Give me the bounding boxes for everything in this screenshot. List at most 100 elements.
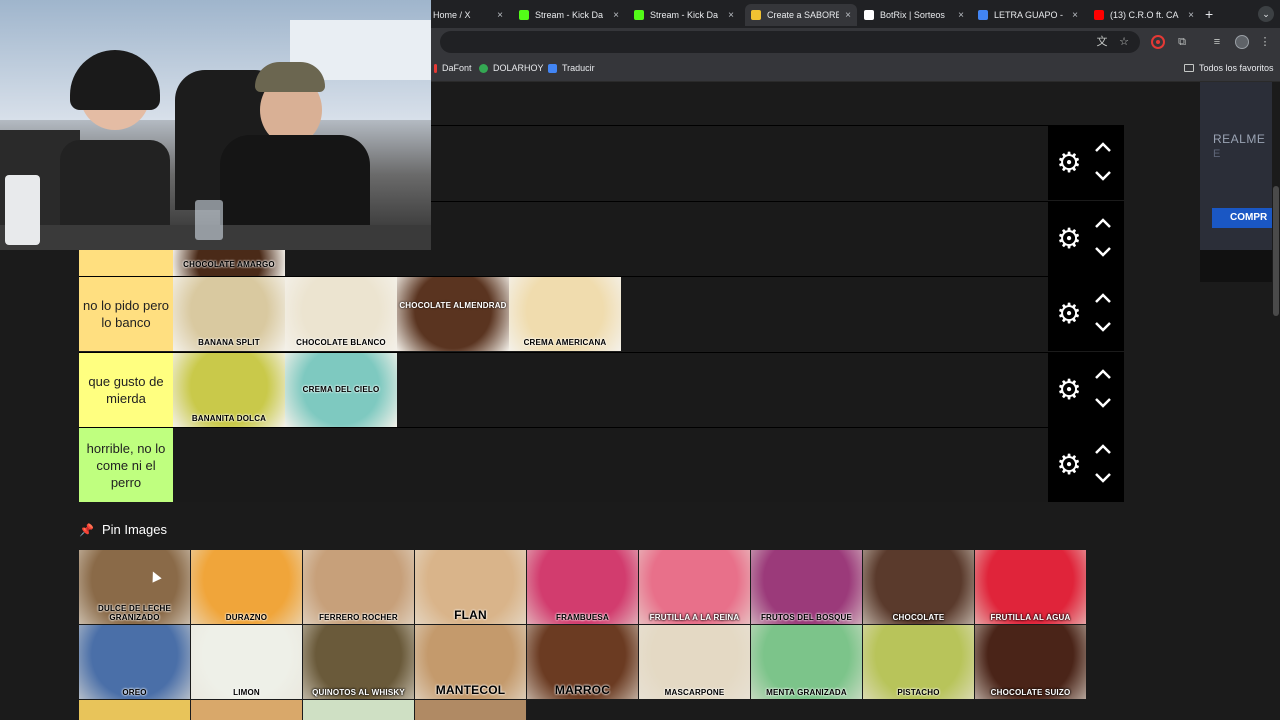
gear-icon[interactable]: ⚙ — [1054, 299, 1084, 329]
record-icon[interactable] — [1151, 35, 1165, 49]
dafont-icon — [434, 63, 437, 73]
pin-image-label: FRAMBUESA — [556, 613, 609, 622]
tab-title: (13) C.R.O ft. CA — [1110, 10, 1179, 20]
pin-image-card[interactable]: MANTECOL — [415, 625, 526, 699]
page-scrollbar[interactable] — [1272, 82, 1280, 720]
pin-image-card[interactable]: FRAMBUESA — [527, 550, 638, 624]
browser-tab[interactable]: Stream - Kick Da × — [513, 4, 625, 26]
pin-image-label: OREO — [122, 688, 147, 697]
ice-cream-card[interactable]: BANANITA DOLCA — [173, 352, 285, 427]
tab-title: BotRix | Sorteos — [880, 10, 945, 20]
bookmark-traducir[interactable]: Traducir — [548, 63, 595, 73]
tier-items-dropzone[interactable]: BANANITA DOLCA CREMA DEL CIELO — [173, 352, 1048, 427]
tab-title: Home / X — [433, 10, 471, 20]
ad-subtitle: E — [1213, 148, 1221, 160]
pin-image-card[interactable] — [191, 700, 302, 720]
pin-image-label: MANTECOL — [435, 683, 506, 697]
chevron-up-icon[interactable] — [1094, 367, 1112, 381]
chevron-down-icon[interactable] — [1094, 396, 1112, 410]
media-controls-icon[interactable]: ≡ — [1210, 35, 1224, 49]
all-bookmarks-label: Todos los favoritos — [1199, 63, 1274, 73]
pin-images-grid: DULCE DE LECHE GRANIZADO DURAZNO FERRERO R… — [79, 550, 1089, 720]
chevron-up-icon[interactable] — [1094, 442, 1112, 456]
tier-items-dropzone[interactable]: BANANA SPLIT CHOCOLATE BLANCO CHOCOLATE AL… — [173, 277, 1048, 351]
pin-image-card[interactable]: MARROC — [527, 625, 638, 699]
extensions-icon[interactable]: ⧉ — [1175, 35, 1189, 49]
pin-image-card[interactable]: FLAN — [415, 550, 526, 624]
pin-image-card[interactable]: FRUTOS DEL BOSQUE — [751, 550, 862, 624]
ad-title: REALME — [1213, 132, 1266, 146]
tab-close-icon[interactable]: × — [958, 10, 964, 21]
all-bookmarks-folder[interactable]: Todos los favoritos — [1184, 63, 1274, 73]
gear-icon[interactable]: ⚙ — [1054, 450, 1084, 480]
pin-image-card[interactable] — [79, 700, 190, 720]
pin-image-card[interactable]: FERRERO ROCHER — [303, 550, 414, 624]
bookmark-dafont[interactable]: DaFont — [434, 63, 472, 73]
pin-image-card[interactable]: OREO — [79, 625, 190, 699]
pin-image-card[interactable]: MENTA GRANIZADA — [751, 625, 862, 699]
pin-image-card[interactable] — [415, 700, 526, 720]
menu-kebab-icon[interactable]: ⋮ — [1258, 35, 1272, 49]
tab-search-chevron-icon[interactable]: ⌄ — [1258, 6, 1274, 22]
pin-image-card[interactable]: FRUTILLA AL AGUA — [975, 550, 1086, 624]
browser-tab[interactable]: (13) C.R.O ft. CA × — [1088, 4, 1200, 26]
tier-controls: ⚙ — [1048, 126, 1124, 200]
tab-close-icon[interactable]: × — [613, 10, 619, 21]
pin-image-label: MENTA GRANIZADA — [766, 688, 847, 697]
chevron-down-icon[interactable] — [1094, 471, 1112, 485]
pin-image-card[interactable]: CHOCOLATE SUIZO — [975, 625, 1086, 699]
browser-tab[interactable]: Home / X × — [427, 4, 509, 26]
ice-cream-card[interactable]: CHOCOLATE ALMENDRAD — [397, 277, 509, 351]
gear-icon[interactable]: ⚙ — [1054, 148, 1084, 178]
chevron-up-icon[interactable] — [1094, 216, 1112, 230]
bookmark-star-icon[interactable]: ☆ — [1117, 35, 1131, 49]
chevron-down-icon[interactable] — [1094, 169, 1112, 183]
bookmark-dolarhoy[interactable]: DOLARHOY — [479, 63, 544, 73]
pin-image-card[interactable]: FRUTILLA A LA REINA — [639, 550, 750, 624]
tab-close-icon[interactable]: × — [845, 10, 851, 21]
ice-cream-card[interactable]: CHOCOLATE BLANCO — [285, 277, 397, 351]
tab-favicon-icon — [1094, 10, 1104, 20]
translate-icon[interactable]: 文 — [1095, 35, 1109, 49]
tier-label[interactable]: no lo pido pero lo banco — [79, 277, 173, 351]
pin-image-card[interactable] — [303, 700, 414, 720]
pin-image-card[interactable]: CHOCOLATE — [863, 550, 974, 624]
tab-favicon-icon — [519, 10, 529, 20]
chevron-up-icon[interactable] — [1094, 140, 1112, 154]
ice-cream-card[interactable]: CHOCOLATE AMARGO — [173, 249, 285, 276]
chevron-down-icon[interactable] — [1094, 320, 1112, 334]
gear-icon[interactable]: ⚙ — [1054, 223, 1084, 254]
browser-tab[interactable]: BotRix | Sorteos × — [858, 4, 970, 26]
ice-cream-card[interactable]: CREMA DEL CIELO — [285, 352, 397, 427]
tier-label[interactable]: que gusto de mierda — [79, 352, 173, 427]
tab-close-icon[interactable]: × — [1188, 10, 1194, 21]
ice-cream-card[interactable]: CREMA AMERICANA — [509, 277, 621, 351]
ice-cream-label: CHOCOLATE AMARGO — [183, 259, 275, 269]
tier-items-dropzone[interactable] — [173, 428, 1048, 502]
browser-tab[interactable]: Create a SABORE × — [745, 4, 857, 26]
address-bar[interactable] — [440, 31, 1140, 53]
pin-image-card[interactable]: DULCE DE LECHE GRANIZADO — [79, 550, 190, 624]
pin-image-card[interactable]: MASCARPONE — [639, 625, 750, 699]
pin-image-card[interactable]: DURAZNO — [191, 550, 302, 624]
pin-image-card[interactable]: LIMON — [191, 625, 302, 699]
pin-image-card[interactable]: PISTACHO — [863, 625, 974, 699]
browser-tab[interactable]: LETRA GUAPO - L × — [972, 4, 1084, 26]
pin-image-card[interactable]: QUINOTOS AL WHISKY — [303, 625, 414, 699]
ice-cream-card[interactable]: BANANA SPLIT — [173, 277, 285, 351]
pin-image-label: FRUTILLA A LA REINA — [649, 613, 740, 622]
tier-controls: ⚙ — [1048, 277, 1124, 351]
tier-label[interactable]: horrible, no lo come ni el perro — [79, 428, 173, 502]
ad-buy-button[interactable]: COMPR — [1212, 208, 1272, 228]
tab-close-icon[interactable]: × — [728, 10, 734, 21]
tab-close-icon[interactable]: × — [1072, 10, 1078, 21]
new-tab-button[interactable]: + — [1205, 6, 1213, 22]
gear-icon[interactable]: ⚙ — [1054, 374, 1084, 405]
profile-avatar-icon[interactable] — [1235, 35, 1249, 49]
pin-image-label: FLAN — [454, 608, 487, 622]
chevron-up-icon[interactable] — [1094, 291, 1112, 305]
scrollbar-thumb[interactable] — [1273, 186, 1279, 316]
chevron-down-icon[interactable] — [1094, 245, 1112, 259]
browser-tab[interactable]: Stream - Kick Da × — [628, 4, 740, 26]
tab-close-icon[interactable]: × — [497, 10, 503, 21]
